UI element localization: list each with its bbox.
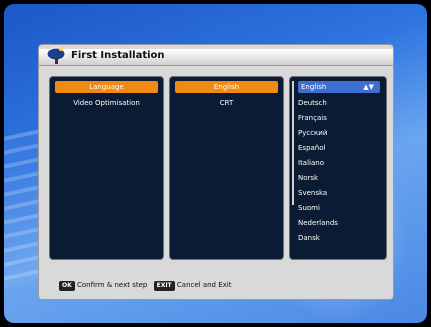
exit-key-icon: EXIT [153, 281, 175, 291]
language-list-panel: English ▲▼ Deutsch Français Русский Espa… [289, 76, 387, 260]
language-option[interactable]: Français [298, 112, 380, 124]
menu-panel: Language Video Optimisation [49, 76, 164, 260]
language-option[interactable]: Dansk [298, 232, 380, 244]
exit-hint: Cancel and Exit [176, 281, 232, 289]
ok-key-icon: OK [59, 281, 75, 291]
dialog-title: First Installation [71, 50, 165, 61]
menu-item-language[interactable]: Language [55, 81, 158, 93]
spin-arrow-icon: ▲▼ [363, 83, 374, 91]
language-option[interactable]: Deutsch [298, 97, 380, 109]
menu-item-video-optimisation[interactable]: Video Optimisation [55, 97, 158, 109]
language-option[interactable]: Español [298, 142, 380, 154]
first-installation-dialog: First Installation Language Video Optimi… [38, 44, 394, 300]
value-item-english[interactable]: English [175, 81, 278, 93]
language-option[interactable]: Nederlands [298, 217, 380, 229]
screen-background: First Installation Language Video Optimi… [4, 4, 427, 323]
tv-frame: First Installation Language Video Optimi… [0, 0, 431, 327]
dialog-titlebar: First Installation [39, 47, 393, 66]
language-option[interactable]: Suomi [298, 202, 380, 214]
dialog-footer: OK Confirm & next step EXIT Cancel and E… [59, 279, 231, 291]
value-panel: English CRT [169, 76, 284, 260]
satellite-dish-icon [46, 47, 66, 64]
value-item-crt[interactable]: CRT [175, 97, 278, 109]
language-option[interactable]: Svenska [298, 187, 380, 199]
ok-hint: Confirm & next step [76, 281, 148, 289]
language-option[interactable]: Norsk [298, 172, 380, 184]
language-option-label: English [301, 83, 327, 91]
language-option[interactable]: Русский [298, 127, 380, 139]
language-option[interactable]: English ▲▼ [298, 81, 380, 93]
language-option[interactable]: Italiano [298, 157, 380, 169]
language-scrollbar[interactable] [292, 81, 294, 205]
